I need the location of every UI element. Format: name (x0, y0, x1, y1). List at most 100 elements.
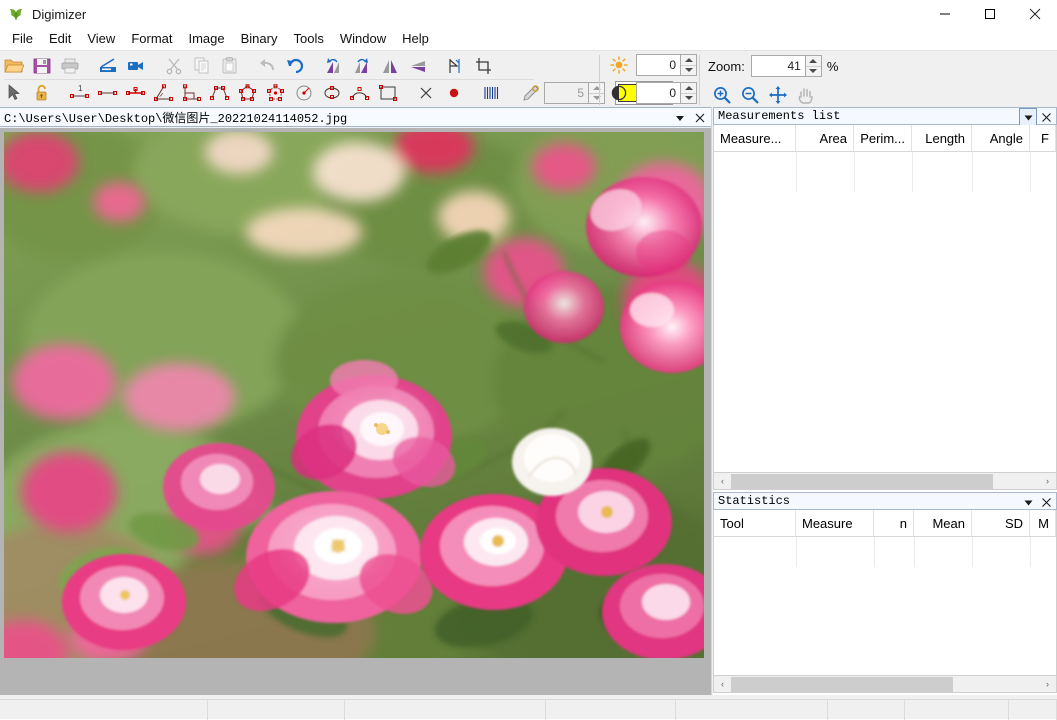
contrast-spin-buttons[interactable] (680, 82, 697, 104)
flip-horizontal-icon[interactable] (376, 53, 404, 79)
column-length[interactable]: Length (912, 125, 972, 151)
column-sd[interactable]: SD (972, 510, 1030, 536)
pen-width-spin-buttons[interactable] (588, 82, 605, 104)
statistics-horizontal-scrollbar[interactable]: ‹ › (713, 676, 1057, 693)
zoom-in-icon[interactable] (708, 82, 736, 108)
measure-arc-icon[interactable] (346, 80, 374, 106)
measure-freehand-area-icon[interactable] (262, 80, 290, 106)
redo-icon[interactable] (282, 53, 310, 79)
column-f[interactable]: F (1030, 125, 1056, 151)
measurements-list-body[interactable]: Measure... Area Perim... Length Angle F (713, 125, 1057, 473)
copy-icon[interactable] (188, 53, 216, 79)
contrast-increment[interactable] (681, 83, 696, 94)
menu-view[interactable]: View (79, 29, 123, 49)
measure-ellipse-icon[interactable] (318, 80, 346, 106)
menu-file[interactable]: File (4, 29, 41, 49)
measure-point-icon[interactable]: 1 (66, 80, 94, 106)
measure-angle-icon[interactable] (150, 80, 178, 106)
column-area[interactable]: Area (796, 125, 854, 151)
undo-icon[interactable] (254, 53, 282, 79)
arrow-select-icon[interactable] (0, 80, 28, 106)
column-tool[interactable]: Tool (714, 510, 796, 536)
scroll-track[interactable] (731, 676, 1039, 692)
pen-width-decrement[interactable] (589, 94, 604, 104)
menu-tools[interactable]: Tools (285, 29, 331, 49)
contrast-decrement[interactable] (681, 94, 696, 104)
chevron-down-icon[interactable] (671, 109, 689, 127)
measure-line-icon[interactable] (94, 80, 122, 106)
menu-image[interactable]: Image (180, 29, 232, 49)
column-n[interactable]: n (874, 510, 914, 536)
pen-width-stepper[interactable]: 5 (544, 82, 605, 104)
scroll-thumb[interactable] (731, 473, 993, 489)
scale-bar-icon[interactable] (478, 80, 506, 106)
menu-format[interactable]: Format (123, 29, 180, 49)
column-measure[interactable]: Measure (796, 510, 874, 536)
pan-move-icon[interactable] (764, 82, 792, 108)
chevron-down-icon[interactable] (1019, 108, 1037, 126)
statistics-body[interactable]: Tool Measure n Mean SD M (713, 510, 1057, 676)
rotate-right-icon[interactable] (348, 53, 376, 79)
crop-icon[interactable] (470, 53, 498, 79)
close-icon[interactable] (1037, 108, 1055, 126)
measure-perpendicular-icon[interactable] (122, 80, 150, 106)
brightness-increment[interactable] (681, 55, 696, 66)
chevron-down-icon[interactable] (1019, 493, 1037, 511)
close-icon[interactable] (1037, 493, 1055, 511)
flip-vertical-icon[interactable] (404, 53, 432, 79)
scroll-thumb[interactable] (731, 676, 953, 692)
column-mean[interactable]: Mean (914, 510, 972, 536)
deskew-icon[interactable] (442, 53, 470, 79)
save-icon[interactable] (28, 53, 56, 79)
contrast-value[interactable]: 0 (636, 82, 680, 104)
maximize-button[interactable] (967, 0, 1012, 28)
print-icon[interactable] (56, 53, 84, 79)
open-folder-icon[interactable] (0, 53, 28, 79)
paste-icon[interactable] (216, 53, 244, 79)
minimize-button[interactable] (922, 0, 967, 28)
zoom-increment[interactable] (805, 56, 821, 67)
scroll-right-arrow[interactable]: › (1039, 677, 1056, 692)
camera-icon[interactable] (122, 53, 150, 79)
zoom-value[interactable]: 41 (750, 55, 805, 77)
menu-window[interactable]: Window (332, 29, 394, 49)
rose-photograph[interactable] (4, 132, 704, 658)
measure-circle-icon[interactable] (290, 80, 318, 106)
measurements-rows[interactable] (714, 152, 1056, 192)
measure-rectangle-icon[interactable] (374, 80, 402, 106)
column-perimeter[interactable]: Perim... (854, 125, 912, 151)
rotate-left-icon[interactable] (320, 53, 348, 79)
zoom-out-icon[interactable] (736, 82, 764, 108)
pen-width-value[interactable]: 5 (544, 82, 588, 104)
measure-angle-axis-icon[interactable] (178, 80, 206, 106)
image-canvas-area[interactable] (0, 128, 711, 695)
scroll-left-arrow[interactable]: ‹ (714, 677, 731, 692)
pen-width-icon[interactable] (516, 80, 544, 106)
delete-measure-icon[interactable] (412, 80, 440, 106)
statistics-rows[interactable] (714, 537, 1056, 567)
brightness-decrement[interactable] (681, 66, 696, 76)
pen-width-increment[interactable] (589, 83, 604, 94)
column-measure[interactable]: Measure... (714, 125, 796, 151)
close-button[interactable] (1012, 0, 1057, 28)
brightness-value[interactable]: 0 (636, 54, 680, 76)
column-angle[interactable]: Angle (972, 125, 1030, 151)
hand-icon[interactable] (792, 82, 820, 108)
brightness-spin-buttons[interactable] (680, 54, 697, 76)
scanner-icon[interactable] (94, 53, 122, 79)
column-m[interactable]: M (1030, 510, 1056, 536)
measurements-horizontal-scrollbar[interactable]: ‹ › (713, 473, 1057, 490)
close-icon[interactable] (691, 109, 709, 127)
scroll-right-arrow[interactable]: › (1039, 474, 1056, 489)
menu-binary[interactable]: Binary (233, 29, 286, 49)
scroll-left-arrow[interactable]: ‹ (714, 474, 731, 489)
scroll-track[interactable] (731, 473, 1039, 489)
measure-polygon-icon[interactable] (234, 80, 262, 106)
padlock-icon[interactable] (28, 80, 56, 106)
measure-polyline-icon[interactable] (206, 80, 234, 106)
zoom-decrement[interactable] (806, 67, 821, 77)
record-point-icon[interactable] (440, 80, 468, 106)
cut-icon[interactable] (160, 53, 188, 79)
zoom-spin-buttons[interactable] (804, 55, 822, 77)
menu-edit[interactable]: Edit (41, 29, 79, 49)
